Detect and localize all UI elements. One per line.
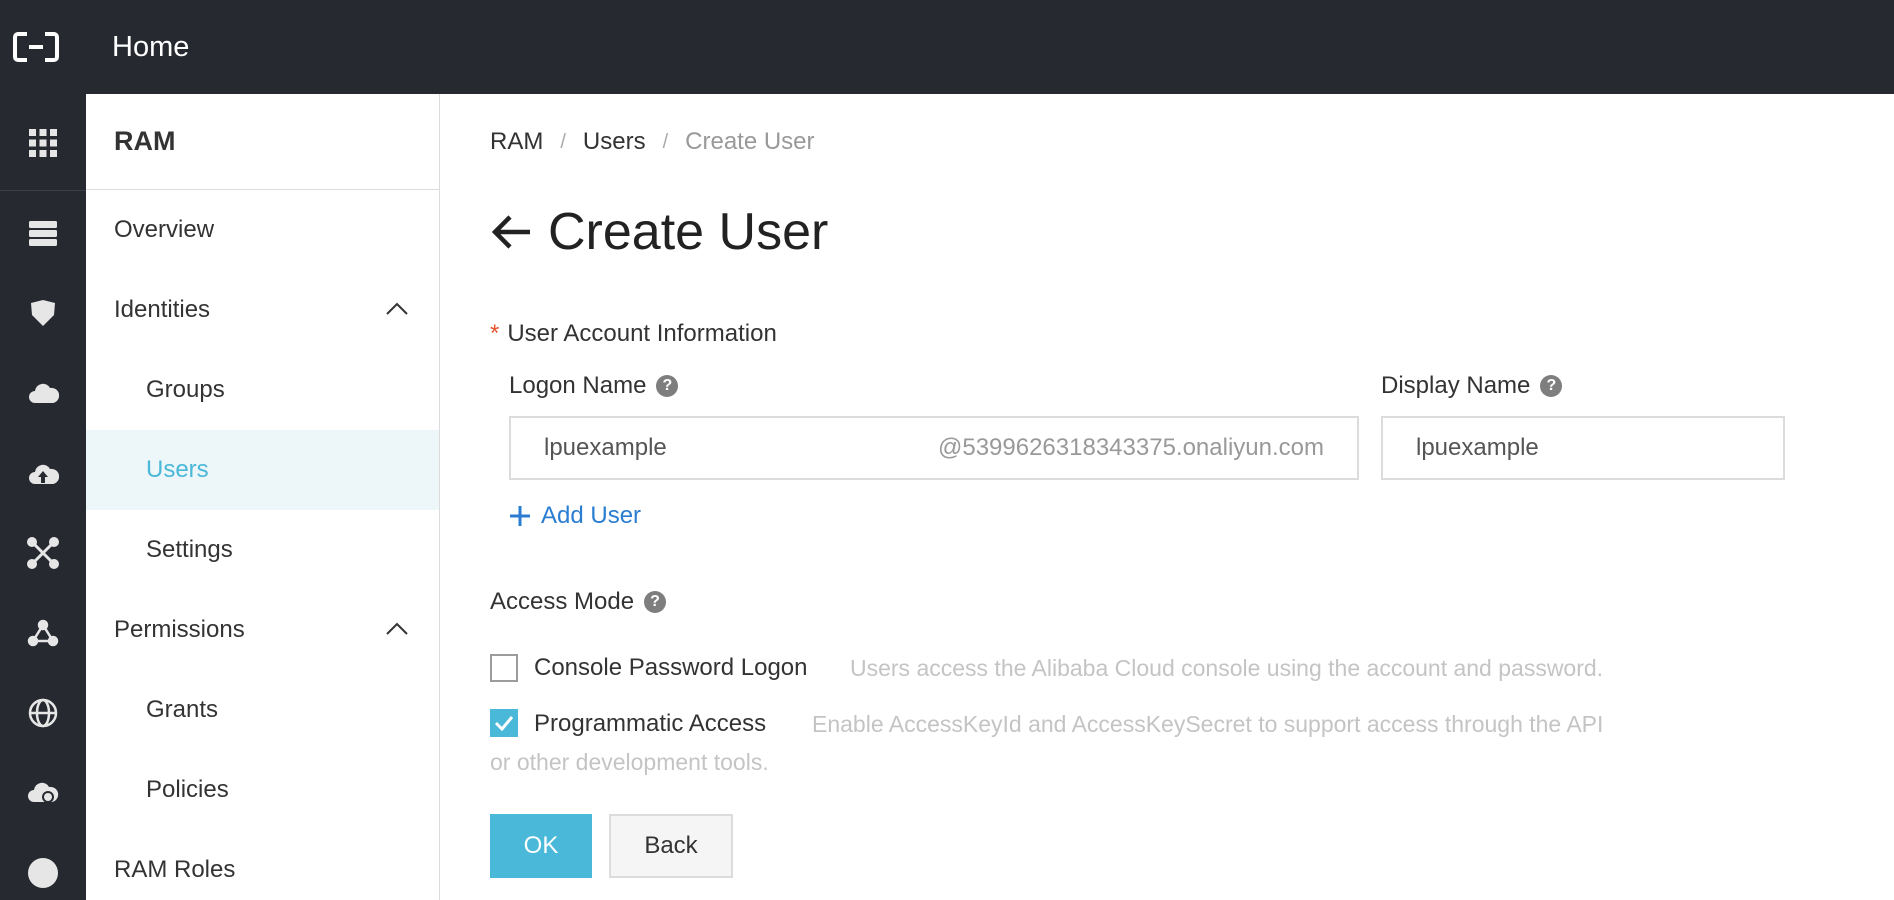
product-rail: [0, 94, 86, 900]
circle-icon[interactable]: [0, 833, 86, 900]
sidebar-item-label: Permissions: [114, 616, 245, 643]
logon-name-label: Logon Name ?: [509, 372, 679, 400]
back-arrow-icon[interactable]: [490, 212, 534, 252]
sidebar-item-label: Users: [146, 456, 209, 483]
sidebar-item-label: Policies: [146, 776, 229, 803]
programmatic-access-checkbox[interactable]: [490, 709, 518, 737]
sidebar-item-label: Grants: [146, 696, 219, 723]
console-password-checkbox[interactable]: [490, 654, 518, 682]
breadcrumb-separator: /: [560, 130, 566, 153]
settings-cloud-icon[interactable]: [0, 753, 86, 833]
breadcrumb-separator: /: [662, 130, 669, 153]
plus-icon: [510, 506, 530, 526]
sidebar-item-label: Identities: [114, 296, 211, 323]
sidebar-item-label: Overview: [114, 216, 215, 243]
programmatic-access-label[interactable]: Programmatic Access: [534, 710, 766, 738]
aliyun-logo-icon[interactable]: [0, 0, 72, 94]
page-title: Create User: [490, 202, 828, 262]
sidebar-item-overview[interactable]: Overview: [86, 190, 439, 270]
sidebar-item-label: RAM Roles: [114, 856, 236, 883]
sidebar-item-users[interactable]: Users: [86, 430, 439, 510]
display-name-label-text: Display Name: [1381, 372, 1531, 399]
cloud-upload-icon[interactable]: [0, 433, 86, 513]
page-title-text: Create User: [548, 203, 829, 261]
sidebar-item-identities[interactable]: Identities: [86, 270, 439, 350]
home-link[interactable]: Home: [112, 31, 189, 64]
display-name-label: Display Name ?: [1381, 372, 1563, 400]
logon-name-value: lpuexample: [544, 434, 667, 461]
chevron-up-icon[interactable]: [385, 620, 409, 636]
programmatic-access-description-continued: or other development tools.: [490, 749, 769, 775]
help-icon[interactable]: ?: [1540, 375, 1563, 397]
console-password-label[interactable]: Console Password Logon: [534, 654, 808, 682]
help-icon[interactable]: ?: [656, 375, 679, 397]
checkmark-icon: [494, 716, 514, 731]
sidebar-item-settings[interactable]: Settings: [86, 510, 439, 590]
breadcrumb-users[interactable]: Users: [583, 128, 646, 156]
logon-name-label-text: Logon Name: [509, 372, 647, 399]
logon-name-input[interactable]: lpuexample @5399626318343375.onaliyun.co…: [509, 416, 1359, 480]
breadcrumb: RAM / Users / Create User: [490, 128, 815, 156]
breadcrumb-create-user: Create User: [685, 128, 815, 155]
display-name-value: lpuexample: [1416, 434, 1539, 461]
programmatic-access-description: Enable AccessKeyId and AccessKeySecret t…: [812, 711, 1604, 737]
sidebar-item-grants[interactable]: Grants: [86, 670, 439, 750]
network-icon[interactable]: [0, 513, 86, 593]
globe-icon[interactable]: [0, 673, 86, 753]
sidebar: RAM Overview Identities Groups Users Set…: [86, 94, 440, 900]
sidebar-item-groups[interactable]: Groups: [86, 350, 439, 430]
sidebar-item-policies[interactable]: Policies: [86, 750, 439, 830]
back-button[interactable]: Back: [609, 814, 733, 878]
rail-divider: [0, 190, 86, 191]
ok-button[interactable]: OK: [490, 814, 592, 878]
access-mode-label: Access Mode ?: [490, 588, 667, 616]
cloud-icon[interactable]: [0, 353, 86, 433]
main-content: RAM / Users / Create User Create User * U…: [441, 94, 1894, 900]
logon-name-suffix: @5399626318343375.onaliyun.com: [937, 434, 1324, 461]
add-user-label: Add User: [541, 502, 642, 529]
breadcrumb-ram[interactable]: RAM: [490, 128, 543, 156]
user-account-section-label: * User Account Information: [490, 320, 777, 348]
help-icon[interactable]: ?: [644, 591, 667, 613]
sidebar-title: RAM: [86, 94, 439, 190]
access-mode-label-text: Access Mode: [490, 588, 635, 615]
sidebar-item-permissions[interactable]: Permissions: [86, 590, 439, 670]
apps-grid-icon[interactable]: [0, 103, 86, 183]
sidebar-item-label: Groups: [146, 376, 225, 403]
required-marker: *: [490, 320, 500, 347]
shield-icon[interactable]: [0, 273, 86, 353]
section-label-text: User Account Information: [507, 320, 777, 347]
console-password-description: Users access the Alibaba Cloud console u…: [850, 655, 1604, 681]
chevron-up-icon[interactable]: [385, 300, 409, 316]
storage-icon[interactable]: [0, 193, 86, 273]
display-name-input[interactable]: lpuexample: [1381, 416, 1785, 480]
top-bar: Home: [0, 0, 1894, 94]
add-user-button[interactable]: Add User: [509, 502, 641, 530]
sidebar-item-label: Settings: [146, 536, 233, 563]
sidebar-item-ram-roles[interactable]: RAM Roles: [86, 830, 439, 900]
cluster-icon[interactable]: [0, 593, 86, 673]
